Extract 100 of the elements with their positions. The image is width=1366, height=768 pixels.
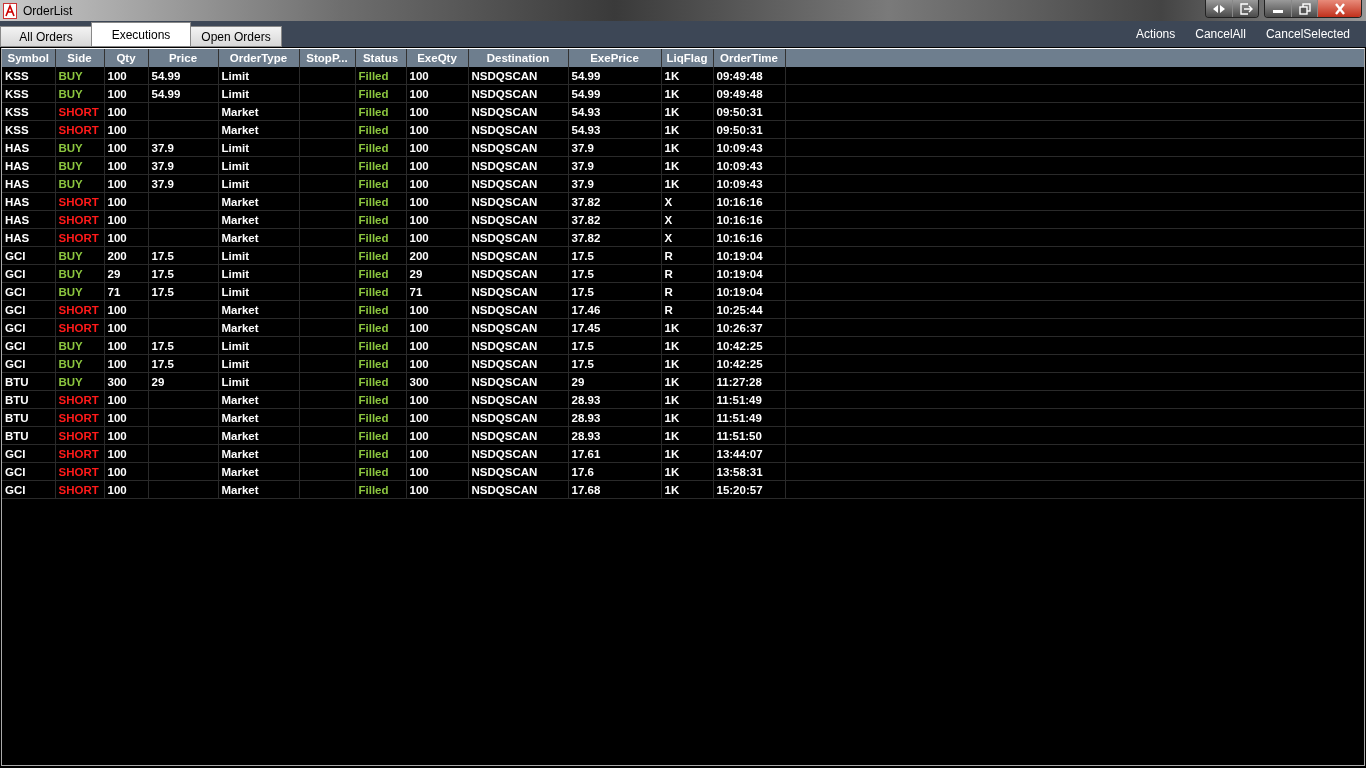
table-cell: HAS	[5, 213, 30, 226]
column-header[interactable]: Side	[55, 49, 104, 67]
table-cell: 10:09:43	[716, 177, 763, 190]
table-cell: 29	[571, 375, 585, 388]
table-cell: NSDQSCAN	[471, 159, 538, 172]
action-link[interactable]: Actions	[1135, 27, 1176, 41]
table-cell: Filled	[358, 249, 389, 262]
column-header[interactable]: OrderTime	[713, 49, 785, 67]
table-cell: 29	[151, 375, 165, 388]
table-cell: Limit	[221, 141, 249, 154]
table-cell: 100	[409, 447, 429, 460]
table-cell: 1K	[664, 177, 680, 190]
table-cell: 1K	[664, 69, 680, 82]
table-cell: 300	[409, 375, 429, 388]
table-cell: 10:42:25	[716, 339, 763, 352]
table-cell: 100	[409, 141, 429, 154]
column-header[interactable]: Price	[148, 49, 218, 67]
column-header[interactable]: Symbol	[2, 49, 55, 67]
table-cell: 10:19:04	[716, 267, 763, 280]
table-cell: 17.5	[571, 249, 594, 262]
table-cell: 37.9	[571, 141, 594, 154]
table-cell: GCI	[5, 465, 26, 478]
table-cell: Limit	[221, 159, 249, 172]
table-cell: BUY	[58, 285, 83, 298]
table-cell: Limit	[221, 285, 249, 298]
table-cell: HAS	[5, 231, 30, 244]
table-cell: NSDQSCAN	[471, 195, 538, 208]
table-cell: BUY	[58, 267, 83, 280]
tab[interactable]: Open Orders	[190, 26, 282, 47]
table-cell: SHORT	[58, 195, 99, 208]
table-cell: 17.5	[571, 357, 594, 370]
table-cell: 09:50:31	[716, 123, 763, 136]
table-cell: NSDQSCAN	[471, 321, 538, 334]
table-cell: Filled	[358, 159, 389, 172]
table-cell: BUY	[58, 159, 83, 172]
table-cell: Filled	[358, 429, 389, 442]
table-cell: NSDQSCAN	[471, 249, 538, 262]
table-cell: Filled	[358, 267, 389, 280]
table-cell: 09:50:31	[716, 105, 763, 118]
table-cell: 200	[409, 249, 429, 262]
table-cell: KSS	[5, 105, 29, 118]
table-cell: SHORT	[58, 411, 99, 424]
table-cell: 100	[409, 357, 429, 370]
table-cell: Filled	[358, 177, 389, 190]
table-cell: 37.82	[571, 195, 601, 208]
table-cell: 100	[107, 339, 127, 352]
table-cell: 17.5	[571, 285, 594, 298]
table-cell: Filled	[358, 231, 389, 244]
table-cell: 100	[107, 447, 127, 460]
table-cell: Filled	[358, 411, 389, 424]
column-header[interactable]: LiqFlag	[661, 49, 713, 67]
arrows-icon[interactable]	[1206, 0, 1232, 17]
table-cell: 11:51:49	[716, 393, 762, 406]
column-header[interactable]: StopP...	[299, 49, 355, 67]
table-cell: 100	[409, 339, 429, 352]
action-link[interactable]: CancelSelected	[1265, 27, 1350, 41]
table-cell: Limit	[221, 69, 249, 82]
maximize-icon[interactable]	[1291, 0, 1317, 17]
table-cell: 71	[107, 285, 121, 298]
table-cell: Limit	[221, 249, 249, 262]
table-cell: 17.45	[571, 321, 601, 334]
tab[interactable]: Executions	[91, 22, 191, 47]
table-cell: 100	[107, 231, 127, 244]
tab[interactable]: All Orders	[0, 26, 92, 47]
table-cell: 54.93	[571, 123, 601, 136]
table-cell: NSDQSCAN	[471, 375, 538, 388]
table-cell: 54.99	[151, 87, 181, 100]
table-cell: 1K	[664, 465, 680, 478]
table-cell: GCI	[5, 267, 26, 280]
table-cell: GCI	[5, 285, 26, 298]
table-cell: R	[664, 267, 673, 280]
table-cell: Filled	[358, 195, 389, 208]
column-header[interactable]: ExePrice	[568, 49, 661, 67]
table-cell: 17.5	[151, 267, 174, 280]
table-cell: SHORT	[58, 393, 99, 406]
table-cell: 100	[409, 393, 429, 406]
column-header[interactable]: OrderType	[218, 49, 299, 67]
table-cell: 54.99	[151, 69, 181, 82]
action-link[interactable]: CancelAll	[1195, 27, 1246, 41]
table-cell: Market	[221, 123, 259, 136]
table-cell: 10:16:16	[716, 213, 763, 226]
table-cell: 1K	[664, 483, 680, 496]
table-cell: NSDQSCAN	[471, 69, 538, 82]
table-cell: 1K	[664, 411, 680, 424]
column-header[interactable]: Status	[355, 49, 406, 67]
table-cell: 100	[107, 105, 127, 118]
column-header[interactable]: Qty	[104, 49, 148, 67]
column-header[interactable]: ExeQty	[406, 49, 468, 67]
table-cell: 10:09:43	[716, 141, 763, 154]
exit-icon[interactable]	[1232, 0, 1258, 17]
table-cell: Filled	[358, 321, 389, 334]
table-cell: NSDQSCAN	[471, 177, 538, 190]
close-icon[interactable]	[1317, 0, 1361, 17]
table-cell: 15:20:57	[716, 483, 763, 496]
table-cell: BUY	[58, 339, 83, 352]
minimize-icon[interactable]	[1265, 0, 1291, 17]
table-cell: 1K	[664, 339, 680, 352]
table-cell: Filled	[358, 375, 389, 388]
column-header[interactable]: Destination	[468, 49, 568, 67]
table-cell: NSDQSCAN	[471, 267, 538, 280]
